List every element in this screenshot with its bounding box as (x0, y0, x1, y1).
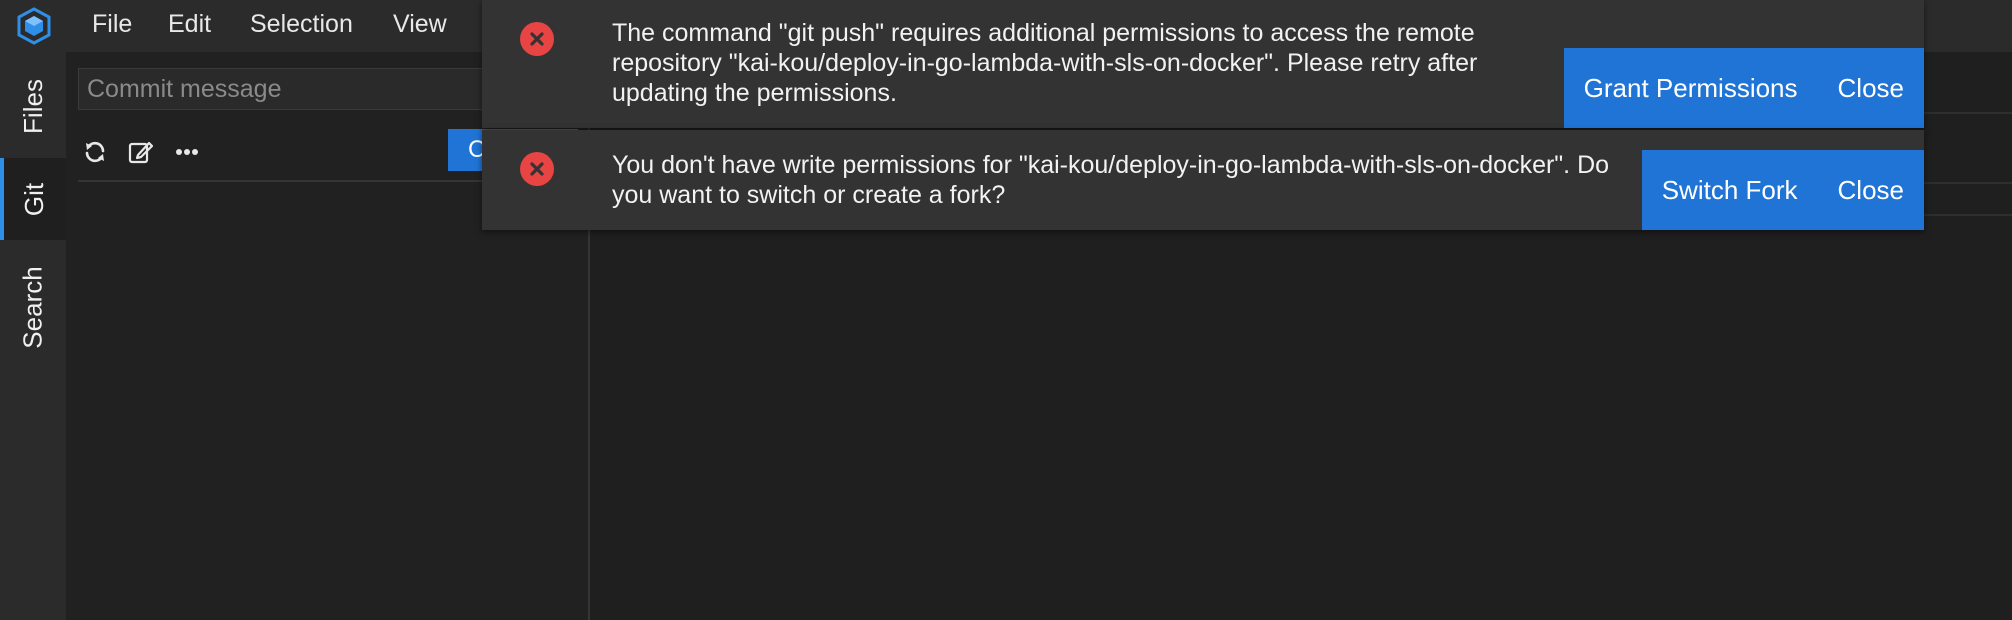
menu-edit[interactable]: Edit (168, 10, 211, 39)
error-x-icon (520, 152, 554, 186)
git-toolbar (82, 132, 200, 172)
notification-message: The command "git push" requires addition… (612, 19, 1478, 107)
tab-git-label: Git (19, 182, 50, 216)
menu-file[interactable]: File (92, 10, 132, 39)
refresh-icon[interactable] (82, 139, 108, 165)
grant-permissions-button[interactable]: Grant Permissions (1564, 48, 1818, 128)
more-icon[interactable] (174, 139, 200, 165)
menu-view[interactable]: View (393, 10, 447, 39)
menu-selection[interactable]: Selection (250, 10, 353, 39)
cube-logo-icon (14, 6, 54, 46)
notification-message: You don't have write permissions for "ka… (612, 151, 1610, 209)
close-button[interactable]: Close (1818, 48, 1924, 128)
editor-field (1922, 182, 2012, 216)
activity-bar: Files Git Search (0, 0, 66, 620)
switch-fork-button[interactable]: Switch Fork (1642, 150, 1818, 230)
tab-search[interactable]: Search (0, 250, 66, 364)
tab-files[interactable]: Files (0, 60, 66, 152)
close-button[interactable]: Close (1818, 150, 1924, 230)
notification-actions: Switch Fork Close (1641, 150, 1924, 230)
notification-permission-error: The command "git push" requires addition… (482, 0, 1924, 128)
commit-message-input[interactable] (78, 68, 548, 110)
notification-actions: Grant Permissions Close (1563, 48, 1924, 128)
tab-files-label: Files (17, 78, 48, 134)
tab-search-label: Search (17, 265, 48, 349)
error-x-icon (520, 22, 554, 56)
tab-git[interactable]: Git (0, 158, 66, 240)
notification-fork-error: You don't have write permissions for "ka… (482, 130, 1924, 230)
edit-icon[interactable] (128, 139, 154, 165)
